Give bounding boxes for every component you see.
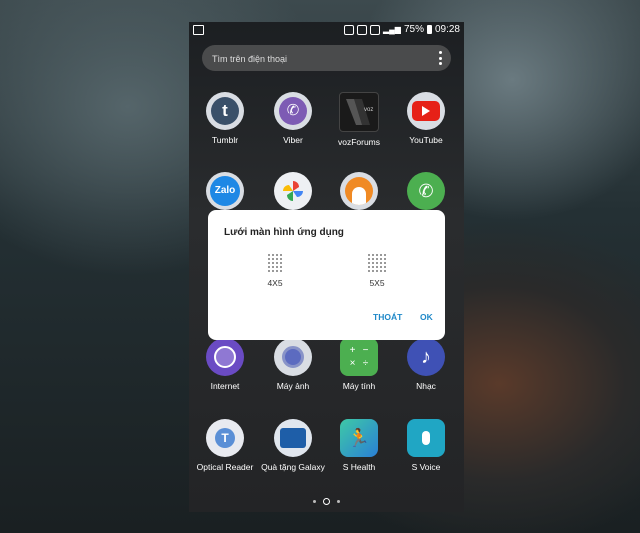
app-label: Tumblr [211, 135, 239, 145]
option-5x5-label: 5X5 [369, 278, 385, 288]
vozforums-icon: voz [339, 92, 379, 132]
app-galaxy-gift[interactable]: Quà tặng Galaxy [261, 419, 325, 472]
app-label: Viber [283, 135, 303, 145]
battery-percent: 75% [403, 24, 424, 35]
calculator-icon: + − × ÷ [340, 338, 378, 376]
galaxy-gift-icon [274, 419, 312, 457]
app-s-health[interactable]: 🏃 S Health [327, 419, 391, 472]
app-label: Máy ảnh [276, 381, 310, 391]
grid-5x5-icon [368, 254, 386, 272]
search-input[interactable] [210, 45, 424, 73]
dialog-title: Lưới màn hình ứng dụng [224, 227, 344, 238]
app-label: vozForums [337, 137, 381, 147]
app-photos[interactable] [261, 172, 325, 210]
camera-icon [274, 338, 312, 376]
page-indicator [189, 498, 464, 505]
app-label: S Health [342, 462, 376, 472]
youtube-icon [407, 92, 445, 130]
photos-icon [274, 172, 312, 210]
viber-icon: ✆ [274, 92, 312, 130]
phone-icon: ✆ [407, 172, 445, 210]
app-vozforums[interactable]: voz vozForums [327, 92, 391, 147]
sim-icon [369, 24, 380, 35]
tumblr-icon: t [206, 92, 244, 130]
page-dot[interactable] [337, 500, 340, 503]
app-label: Quà tặng Galaxy [261, 462, 325, 472]
app-viber[interactable]: ✆ Viber [261, 92, 325, 145]
search-bar[interactable] [202, 45, 451, 73]
app-label: YouTube [409, 135, 443, 145]
app-label: Internet [210, 381, 240, 391]
status-bar: ▂▄▆ 75% 09:28 [189, 22, 464, 38]
option-4x5-label: 4X5 [267, 278, 283, 288]
app-optical-reader[interactable]: T Optical Reader [193, 419, 257, 472]
option-5x5[interactable]: 5X5 [342, 254, 412, 288]
app-internet[interactable]: Internet [193, 338, 257, 391]
page-dot-active[interactable] [323, 498, 330, 505]
signal-icon: ▂▄▆ [382, 25, 401, 34]
app-camera[interactable]: Máy ảnh [261, 338, 325, 391]
optical-reader-icon: T [206, 419, 244, 457]
internet-icon [206, 338, 244, 376]
app-label: Optical Reader [196, 462, 254, 472]
battery-icon [426, 25, 432, 34]
contacts-icon [340, 172, 378, 210]
option-4x5[interactable]: 4X5 [240, 254, 310, 288]
app-zalo[interactable]: Zalo [193, 172, 257, 210]
gallery-notification-icon [193, 25, 204, 35]
app-label: Nhạc [416, 381, 436, 391]
app-label: S Voice [411, 462, 441, 472]
s-health-icon: 🏃 [340, 419, 378, 457]
nfc-icon [356, 24, 367, 35]
cancel-button[interactable]: THOÁT [373, 312, 402, 322]
app-phone[interactable]: ✆ [394, 172, 458, 210]
grid-4x5-icon [268, 254, 282, 272]
music-icon: ♪ [407, 338, 445, 376]
app-contacts[interactable] [327, 172, 391, 210]
app-label: Máy tính [342, 381, 376, 391]
zalo-icon: Zalo [206, 172, 244, 210]
grid-size-dialog: Lưới màn hình ứng dụng 4X5 5X5 THOÁT OK [208, 210, 445, 340]
app-s-voice[interactable]: S Voice [394, 419, 458, 472]
alarm-icon [343, 24, 354, 35]
more-options-icon[interactable] [437, 51, 443, 65]
clock: 09:28 [434, 24, 460, 35]
app-music[interactable]: ♪ Nhạc [394, 338, 458, 391]
app-tumblr[interactable]: t Tumblr [193, 92, 257, 145]
app-calculator[interactable]: + − × ÷ Máy tính [327, 338, 391, 391]
ok-button[interactable]: OK [420, 312, 433, 322]
phone-screen: ▂▄▆ 75% 09:28 t Tumblr ✆ Viber voz vozFo… [189, 22, 464, 512]
s-voice-icon [407, 419, 445, 457]
svg-text:voz: voz [364, 107, 373, 113]
page-dot[interactable] [313, 500, 316, 503]
app-youtube[interactable]: YouTube [394, 92, 458, 145]
